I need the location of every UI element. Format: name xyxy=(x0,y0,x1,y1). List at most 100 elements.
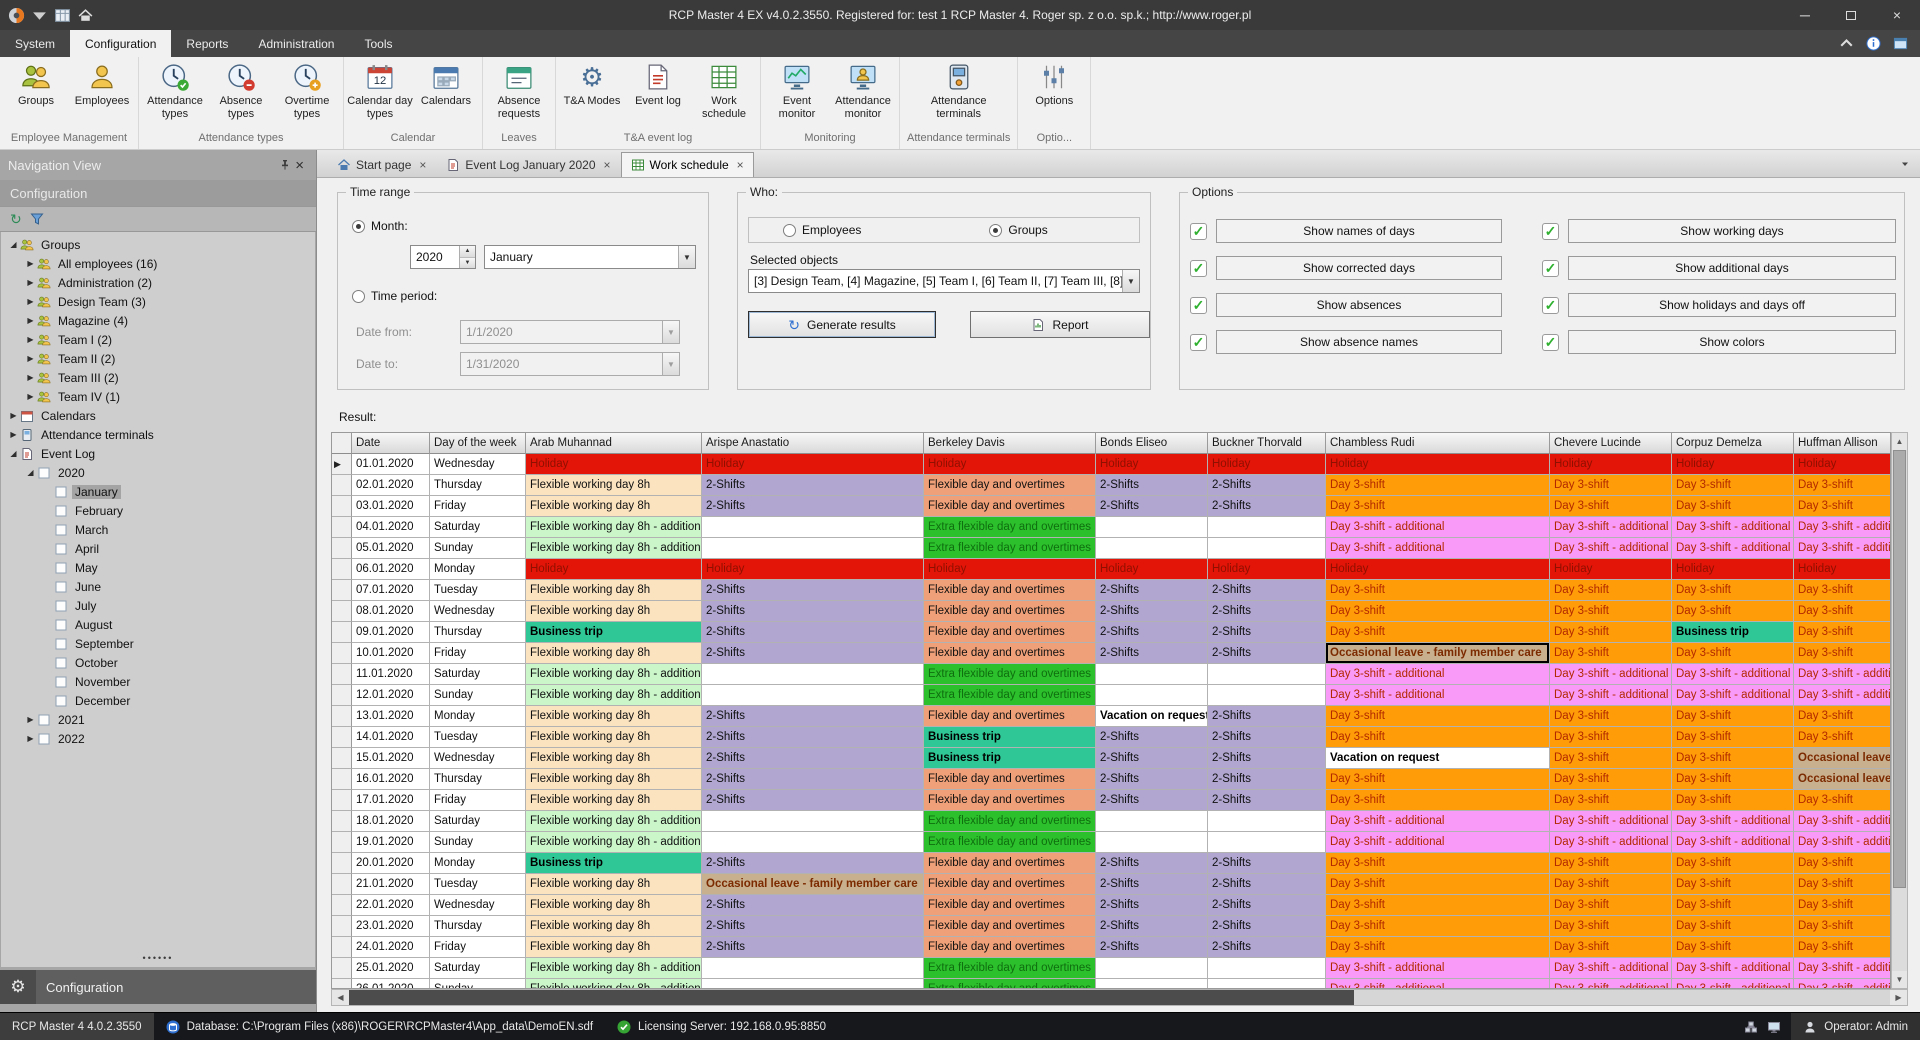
schedule-cell[interactable]: 2-Shifts xyxy=(1208,937,1326,958)
schedule-cell[interactable]: Day 3-shift xyxy=(1672,853,1794,874)
schedule-cell[interactable]: Day 3-shift - additional xyxy=(1794,958,1891,979)
schedule-cell[interactable]: 2-Shifts xyxy=(702,601,924,622)
schedule-cell[interactable]: 2-Shifts xyxy=(1096,916,1208,937)
schedule-cell[interactable]: Day 3-shift xyxy=(1326,580,1550,601)
schedule-cell[interactable]: 2-Shifts xyxy=(1096,769,1208,790)
option-label[interactable]: Show colors xyxy=(1568,330,1896,354)
schedule-cell[interactable]: 2-Shifts xyxy=(1208,622,1326,643)
day-of-week-cell[interactable]: Saturday xyxy=(430,958,526,979)
tree-item-team-iv-1[interactable]: ▶Team IV (1) xyxy=(1,387,315,406)
schedule-cell[interactable] xyxy=(1208,538,1326,559)
schedule-cell[interactable]: Day 3-shift xyxy=(1794,727,1891,748)
schedule-cell[interactable] xyxy=(1096,664,1208,685)
scroll-left-icon[interactable]: ◀ xyxy=(332,990,349,1005)
schedule-cell[interactable]: Flexible working day 8h xyxy=(526,748,702,769)
schedule-cell[interactable]: Day 3-shift - additional xyxy=(1326,664,1550,685)
option-label[interactable]: Show working days xyxy=(1568,219,1896,243)
schedule-cell[interactable]: Flexible working day 8h xyxy=(526,706,702,727)
schedule-cell[interactable]: 2-Shifts xyxy=(702,580,924,601)
ribbon-button-absence-types[interactable]: Absence types xyxy=(208,59,274,120)
schedule-cell[interactable]: 2-Shifts xyxy=(1208,601,1326,622)
schedule-cell[interactable]: 2-Shifts xyxy=(1208,475,1326,496)
schedule-cell[interactable]: Extra flexible day and overtimes xyxy=(924,811,1096,832)
schedule-cell[interactable] xyxy=(702,664,924,685)
schedule-cell[interactable]: Occasional leave - family member care xyxy=(702,874,924,895)
schedule-cell[interactable]: 2-Shifts xyxy=(702,916,924,937)
ribbon-button-calendars[interactable]: Calendars xyxy=(413,59,479,108)
schedule-cell[interactable] xyxy=(1208,832,1326,853)
schedule-cell[interactable]: Flexible working day 8h xyxy=(526,769,702,790)
column-header-date[interactable]: Date xyxy=(352,433,430,454)
tabstrip-caret-icon[interactable] xyxy=(1900,159,1910,169)
schedule-cell[interactable]: Day 3-shift - additional xyxy=(1794,685,1891,706)
collapse-ribbon-icon[interactable] xyxy=(1839,36,1854,51)
checkbox-show-working-days[interactable] xyxy=(1542,223,1559,240)
schedule-cell[interactable]: Day 3-shift - additional xyxy=(1326,685,1550,706)
schedule-cell[interactable]: Flexible working day 8h xyxy=(526,580,702,601)
schedule-cell[interactable]: Day 3-shift xyxy=(1794,874,1891,895)
date-cell[interactable]: 05.01.2020 xyxy=(352,538,430,559)
schedule-cell[interactable]: 2-Shifts xyxy=(702,475,924,496)
minimize-button[interactable]: ─ xyxy=(1782,0,1828,30)
menu-tab-system[interactable]: System xyxy=(0,30,70,57)
schedule-cell[interactable]: Day 3-shift - additional xyxy=(1794,664,1891,685)
date-cell[interactable]: 18.01.2020 xyxy=(352,811,430,832)
date-cell[interactable]: 19.01.2020 xyxy=(352,832,430,853)
collapsed-expander-icon[interactable]: ▶ xyxy=(24,316,37,325)
date-cell[interactable]: 03.01.2020 xyxy=(352,496,430,517)
schedule-cell[interactable]: Holiday xyxy=(924,454,1096,475)
schedule-cell[interactable]: Day 3-shift xyxy=(1326,937,1550,958)
schedule-cell[interactable]: Day 3-shift - additional xyxy=(1326,517,1550,538)
schedule-cell[interactable]: Day 3-shift xyxy=(1550,895,1672,916)
spin-up-icon[interactable]: ▲ xyxy=(460,246,475,257)
day-of-week-cell[interactable]: Saturday xyxy=(430,517,526,538)
schedule-cell[interactable] xyxy=(1096,685,1208,706)
day-of-week-cell[interactable]: Friday xyxy=(430,937,526,958)
schedule-cell[interactable]: 2-Shifts xyxy=(1208,580,1326,601)
schedule-cell[interactable]: Business trip xyxy=(924,727,1096,748)
sidebar-footer[interactable]: ⚙ Configuration xyxy=(0,970,316,1004)
schedule-cell[interactable]: Day 3-shift - additional xyxy=(1672,664,1794,685)
schedule-cell[interactable]: Day 3-shift xyxy=(1550,643,1672,664)
schedule-cell[interactable]: 2-Shifts xyxy=(1096,727,1208,748)
schedule-cell[interactable] xyxy=(702,538,924,559)
column-header-buckner-thorvald[interactable]: Buckner Thorvald xyxy=(1208,433,1326,454)
date-cell[interactable]: 10.01.2020 xyxy=(352,643,430,664)
schedule-cell[interactable]: Flexible working day 8h - additional xyxy=(526,811,702,832)
checkbox-show-holidays-and-days-off[interactable] xyxy=(1542,297,1559,314)
option-label[interactable]: Show names of days xyxy=(1216,219,1502,243)
schedule-cell[interactable] xyxy=(1208,979,1326,989)
option-label[interactable]: Show additional days xyxy=(1568,256,1896,280)
ribbon-button-attendance-terminals[interactable]: Attendance terminals xyxy=(926,59,992,120)
tree-item-groups[interactable]: ◢Groups xyxy=(1,235,315,254)
date-cell[interactable]: 22.01.2020 xyxy=(352,895,430,916)
schedule-cell[interactable]: Flexible day and overtimes xyxy=(924,895,1096,916)
schedule-cell[interactable]: Day 3-shift - additional xyxy=(1550,685,1672,706)
schedule-cell[interactable]: Flexible working day 8h xyxy=(526,601,702,622)
ribbon-button-event-monitor[interactable]: Event monitor xyxy=(764,59,830,120)
schedule-cell[interactable]: Day 3-shift xyxy=(1550,790,1672,811)
schedule-cell[interactable]: Day 3-shift xyxy=(1550,748,1672,769)
tree-item-january[interactable]: January xyxy=(1,482,315,501)
day-of-week-cell[interactable]: Tuesday xyxy=(430,580,526,601)
expanded-expander-icon[interactable]: ◢ xyxy=(7,449,20,458)
schedule-cell[interactable]: Day 3-shift xyxy=(1550,580,1672,601)
date-cell[interactable]: 21.01.2020 xyxy=(352,874,430,895)
date-cell[interactable]: 17.01.2020 xyxy=(352,790,430,811)
schedule-cell[interactable]: Flexible day and overtimes xyxy=(924,622,1096,643)
tree-item-2022[interactable]: ▶2022 xyxy=(1,729,315,748)
schedule-cell[interactable]: Flexible day and overtimes xyxy=(924,853,1096,874)
tree-item-august[interactable]: August xyxy=(1,615,315,634)
tree-item-2021[interactable]: ▶2021 xyxy=(1,710,315,729)
schedule-cell[interactable]: Day 3-shift xyxy=(1550,874,1672,895)
schedule-cell[interactable]: Day 3-shift xyxy=(1672,790,1794,811)
schedule-cell[interactable]: Day 3-shift xyxy=(1550,937,1672,958)
schedule-cell[interactable] xyxy=(702,958,924,979)
month-radio-row[interactable]: Month: xyxy=(352,219,408,233)
schedule-cell[interactable] xyxy=(1208,811,1326,832)
generate-results-button[interactable]: ↻ Generate results xyxy=(748,311,936,338)
schedule-cell[interactable]: 2-Shifts xyxy=(1096,790,1208,811)
schedule-cell[interactable]: Day 3-shift - additional xyxy=(1550,811,1672,832)
close-tab-icon[interactable]: × xyxy=(604,158,611,172)
schedule-cell[interactable]: Flexible working day 8h xyxy=(526,727,702,748)
